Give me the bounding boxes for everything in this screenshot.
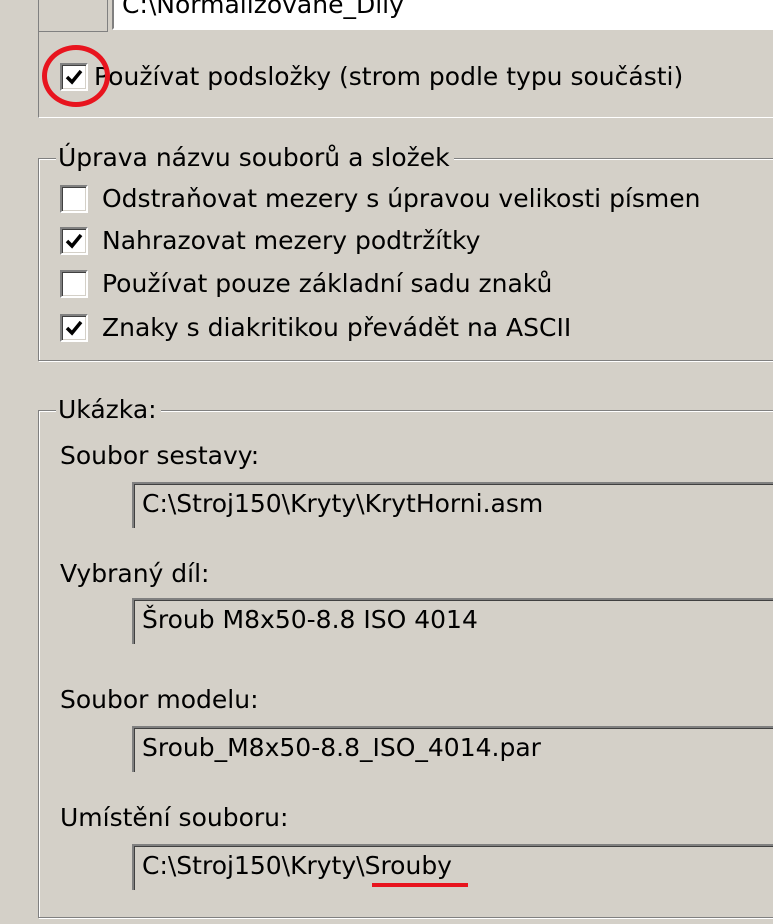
top-section-stub	[38, 0, 108, 32]
file-location-highlight: Srouby	[364, 851, 452, 880]
use-subfolders-checkbox-row[interactable]: Používat podsložky (strom podle typu sou…	[60, 60, 683, 94]
file-location-prefix: C:\Stroj150\Kryty\	[142, 851, 365, 880]
assembly-file-field[interactable]: C:\Stroj150\Kryty\KrytHorni.asm	[132, 482, 773, 528]
basic-charset-checkbox-row[interactable]: Používat pouze základní sadu znaků	[60, 267, 552, 301]
basic-charset-label: Používat pouze základní sadu znaků	[102, 269, 553, 298]
highlight-underline	[372, 883, 468, 887]
assembly-file-label: Soubor sestavy:	[60, 441, 260, 470]
model-file-field[interactable]: Sroub_M8x50-8.8_ISO_4014.par	[132, 726, 773, 772]
ascii-convert-label: Znaky s diakritikou převádět na ASCII	[102, 313, 572, 342]
selected-part-label: Vybraný díl:	[60, 559, 210, 588]
target-folder-field[interactable]: C:\Normalizovane_Dily	[112, 0, 773, 30]
preview-group-legend: Ukázka:	[56, 395, 161, 425]
remove-spaces-label: Odstraňovat mezery s úpravou velikosti p…	[102, 184, 701, 213]
ascii-convert-checkbox-row[interactable]: Znaky s diakritikou převádět na ASCII	[60, 311, 571, 345]
use-subfolders-label: Používat podsložky (strom podle typu sou…	[94, 62, 684, 91]
checkmark-icon	[65, 233, 83, 249]
basic-charset-checkbox[interactable]	[60, 270, 88, 298]
selected-part-field[interactable]: Šroub M8x50-8.8 ISO 4014	[132, 598, 773, 644]
checkmark-icon	[65, 320, 83, 336]
filename-group-legend: Úprava názvu souborů a složek	[56, 143, 454, 173]
replace-spaces-checkbox[interactable]	[60, 227, 88, 255]
ascii-convert-checkbox[interactable]	[60, 314, 88, 342]
highlight-circle	[42, 45, 110, 107]
replace-spaces-checkbox-row[interactable]: Nahrazovat mezery podtržítky	[60, 224, 480, 258]
remove-spaces-checkbox-row[interactable]: Odstraňovat mezery s úpravou velikosti p…	[60, 182, 701, 216]
file-location-label: Umístění souboru:	[60, 803, 289, 832]
replace-spaces-label: Nahrazovat mezery podtržítky	[102, 226, 481, 255]
model-file-label: Soubor modelu:	[60, 685, 259, 714]
remove-spaces-checkbox[interactable]	[60, 185, 88, 213]
